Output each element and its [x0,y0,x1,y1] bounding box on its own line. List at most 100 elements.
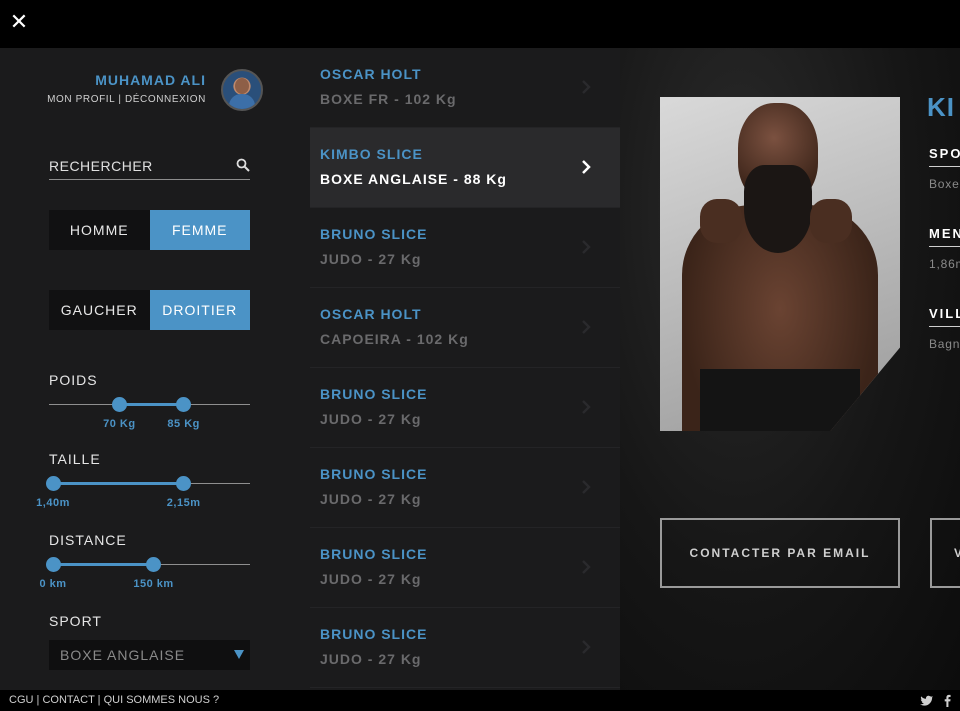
footer: CGU | CONTACT | QUI SOMMES NOUS ? [0,690,960,711]
slider-handle-min[interactable] [111,397,127,412]
slider-range [53,482,184,485]
fighter-sport: CAPOEIRA [320,331,402,347]
footer-link-contact[interactable]: CONTACT [42,694,94,706]
chevron-right-icon [582,320,591,334]
distance-slider[interactable] [45,556,250,576]
fighter-sport: JUDO [320,411,363,427]
fighter-list-item[interactable]: OSCAR HOLT CAPOEIRA - 102 Kg [310,288,620,368]
dropdown-caret-icon [234,650,244,659]
gender-toggle: HOMME FEMME [49,210,250,250]
poids-label: POIDS [49,372,98,388]
fighter-sep: - [362,411,379,427]
info-label-sport: SPO [929,146,960,161]
fighter-weight: 27 Kg [378,651,422,667]
fighter-name: KIMBO SLICE [320,146,423,162]
handedness-option-gaucher[interactable]: GAUCHER [49,290,150,330]
fighter-name: BRUNO SLICE [320,466,428,482]
info-divider [929,166,960,167]
fighter-list-item[interactable]: BRUNO SLICE JUDO - 27 Kg [310,448,620,528]
slider-handle-max[interactable] [146,557,162,572]
profile-link[interactable]: MON PROFIL [47,94,115,105]
fighter-list: OSCAR HOLT BOXE FR - 102 Kg KIMBO SLICE BOX… [310,48,620,690]
distance-label: DISTANCE [49,532,127,548]
avatar-body [229,94,255,109]
fighter-list-item[interactable]: OSCAR HOLT BOXE FR - 102 Kg [310,48,620,128]
facebook-icon[interactable] [941,694,954,707]
photo-beard [744,165,812,253]
chevron-right-icon [582,80,591,94]
taille-slider[interactable] [45,475,250,495]
fighter-sport-weight: JUDO - 27 Kg [320,651,421,667]
chevron-right-icon [582,480,591,494]
fighter-sport: JUDO [320,251,363,267]
search-icon[interactable] [236,158,250,172]
fighter-list-item[interactable]: BRUNO SLICE JUDO - 27 Kg [310,368,620,448]
poids-slider[interactable] [49,396,250,416]
close-icon[interactable]: ✕ [8,11,30,33]
fighter-sport: BOXE ANGLAISE [320,171,449,187]
filter-sidebar: MUHAMAD ALI MON PROFIL | DÉCONNEXION HOM… [0,48,310,690]
fighter-list-item[interactable]: BRUNO SLICE JUDO - 27 Kg [310,208,620,288]
user-name: MUHAMAD ALI [95,72,206,88]
logout-link[interactable]: DÉCONNEXION [125,94,206,105]
fighter-sport-weight: BOXE FR - 102 Kg [320,91,457,107]
avatar[interactable] [221,69,263,111]
poids-max-value: 85 Kg [167,418,200,430]
footer-links: CGU | CONTACT | QUI SOMMES NOUS ? [9,694,219,706]
footer-link-about[interactable]: QUI SOMMES NOUS ? [104,694,220,706]
fighter-sep: - [362,491,379,507]
sport-label: SPORT [49,613,102,629]
avatar-head [235,78,249,94]
slider-range [53,563,154,566]
fighter-sport-weight: JUDO - 27 Kg [320,411,421,427]
distance-min-value: 0 km [39,578,67,590]
sport-select[interactable]: BOXE ANGLAISE [49,640,250,670]
taille-max-value: 2,15m [166,497,201,509]
fighter-weight: 27 Kg [378,571,422,587]
fighter-list-item[interactable]: BRUNO SLICE JUDO - 27 Kg [310,608,620,688]
fighter-name: BRUNO SLICE [320,226,428,242]
footer-link-cgu[interactable]: CGU [9,694,33,706]
fighter-sport-weight: CAPOEIRA - 102 Kg [320,331,469,347]
user-links: MON PROFIL | DÉCONNEXION [47,94,206,105]
fighter-list-item[interactable]: BRUNO SLICE JUDO - 27 Kg [310,528,620,608]
taille-label: TAILLE [49,451,101,467]
twitter-icon[interactable] [920,694,933,707]
contact-email-button[interactable]: CONTACTER PAR EMAIL [660,518,900,588]
search-field [49,154,250,180]
slider-handle-max[interactable] [176,397,192,412]
photo-fist-right [810,199,852,243]
fighter-weight: 27 Kg [378,251,422,267]
chevron-right-icon [582,640,591,654]
sport-select-value: BOXE ANGLAISE [60,647,186,663]
fighter-sport-weight: JUDO - 27 Kg [320,251,421,267]
fighter-name: BRUNO SLICE [320,546,428,562]
info-label-ville: VILL [929,306,960,321]
fighter-sport: JUDO [320,651,363,667]
search-input[interactable] [49,154,224,178]
fighter-name: OSCAR HOLT [320,306,422,322]
top-bar: ✕ [0,0,960,48]
handedness-option-droitier[interactable]: DROITIER [149,290,250,330]
fighter-name-heading: KI [927,92,955,122]
slider-handle-min[interactable] [45,476,61,491]
slider-handle-min[interactable] [45,557,61,572]
fighter-sport-weight: JUDO - 27 Kg [320,491,421,507]
fighter-sep: - [401,331,417,347]
chevron-right-icon [582,160,591,174]
fighter-name: OSCAR HOLT [320,66,422,82]
taille-min-value: 1,40m [36,497,70,509]
photo-fist-left [700,199,742,243]
gender-option-homme[interactable]: HOMME [49,210,150,250]
slider-handle-max[interactable] [176,476,192,491]
poids-min-value: 70 Kg [103,418,136,430]
fighter-sport: JUDO [320,491,363,507]
fighter-sep: - [448,171,464,187]
info-divider [929,326,960,327]
fighter-sep: - [362,651,379,667]
fighter-photo [660,97,900,431]
photo-shorts [700,369,860,431]
gender-option-femme[interactable]: FEMME [149,210,250,250]
secondary-action-button[interactable]: V [930,518,960,588]
fighter-list-item[interactable]: KIMBO SLICE BOXE ANGLAISE - 88 Kg [310,128,620,208]
